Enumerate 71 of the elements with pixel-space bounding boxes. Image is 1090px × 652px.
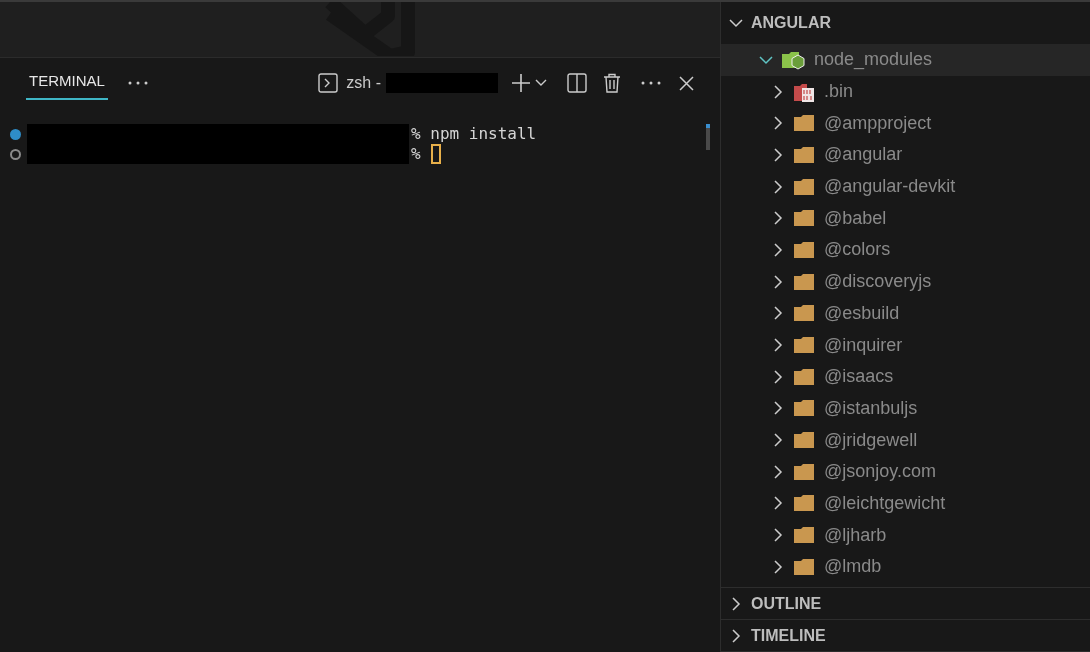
chevron-right-icon[interactable] — [771, 274, 785, 289]
folder-icon — [793, 304, 815, 323]
command-line: % npm install — [411, 123, 537, 145]
node-folder-icon — [781, 49, 805, 70]
folder-icon — [793, 526, 815, 545]
chevron-right-icon[interactable] — [771, 84, 785, 99]
file-name: @ampproject — [824, 111, 932, 135]
folder-icon — [793, 177, 815, 196]
file-name: @angular-devkit — [824, 175, 956, 199]
file-name: @esbuild — [824, 301, 900, 325]
folder-icon — [793, 114, 815, 133]
folder-icon — [793, 399, 815, 418]
chevron-right-icon[interactable] — [771, 559, 785, 574]
file-name: .bin — [824, 80, 854, 104]
file-name: @babel — [824, 206, 887, 230]
close-icon[interactable] — [679, 75, 694, 91]
terminal-name[interactable]: zsh - — [346, 71, 381, 95]
more-icon[interactable] — [127, 81, 148, 85]
folder-icon — [793, 240, 815, 259]
section-header[interactable]: ANGULAR — [721, 2, 1090, 44]
command-line: % — [411, 143, 422, 165]
folder-icon — [793, 557, 815, 576]
file-name: @inquirer — [824, 333, 903, 357]
file-name: @jsonjoy.com — [824, 460, 936, 484]
file-name: @jridgewell — [824, 428, 918, 452]
folder-icon — [793, 494, 815, 513]
chevron-right-icon[interactable] — [771, 369, 785, 384]
folder-icon — [793, 462, 815, 481]
chevron-right-icon[interactable] — [771, 306, 785, 321]
binary-file-icon — [793, 81, 815, 102]
file-name: @isaacs — [824, 365, 894, 389]
chevron-right-icon[interactable] — [771, 528, 785, 543]
section-header[interactable]: TIMELINE — [721, 620, 1090, 651]
trash-icon[interactable] — [603, 73, 621, 93]
section-header[interactable]: OUTLINE — [721, 588, 1090, 619]
file-name: @angular — [824, 143, 903, 167]
file-name: @discoveryjs — [824, 270, 932, 294]
chevron-down-icon[interactable] — [535, 79, 547, 87]
folder-icon — [793, 367, 815, 386]
chevron-right-icon[interactable] — [771, 179, 785, 194]
more-icon[interactable] — [641, 81, 661, 85]
chevron-right-icon[interactable] — [771, 116, 785, 131]
split-icon[interactable] — [567, 73, 587, 93]
chevron-down-icon[interactable] — [729, 16, 743, 30]
scrollbar[interactable] — [706, 124, 710, 150]
file-name: @istanbuljs — [824, 396, 918, 420]
chevron-right-icon[interactable] — [729, 628, 743, 643]
folder-icon — [793, 145, 815, 164]
file-name: @colors — [824, 238, 891, 262]
file-name: @leichtgewicht — [824, 491, 946, 515]
file-name: node_modules — [814, 48, 933, 72]
chevron-right-icon[interactable] — [771, 496, 785, 511]
terminal-tab[interactable]: TERMINAL — [26, 65, 108, 101]
chevron-right-icon[interactable] — [771, 211, 785, 226]
folder-icon — [793, 272, 815, 291]
add-icon[interactable] — [511, 73, 531, 93]
folder-icon — [793, 431, 815, 450]
folder-icon — [793, 209, 815, 228]
tree-item[interactable]: node_modules — [721, 44, 1090, 76]
file-name: @lmdb — [824, 555, 882, 579]
chevron-right-icon[interactable] — [771, 242, 785, 257]
file-name: @ljharb — [824, 523, 887, 547]
chevron-right-icon[interactable] — [771, 147, 785, 162]
terminal-icon — [318, 73, 339, 93]
chevron-right-icon[interactable] — [729, 596, 743, 611]
chevron-right-icon[interactable] — [771, 464, 785, 479]
cursor — [431, 144, 442, 164]
folder-icon — [793, 336, 815, 355]
chevron-right-icon[interactable] — [771, 401, 785, 416]
chevron-right-icon[interactable] — [771, 433, 785, 448]
chevron-right-icon[interactable] — [771, 338, 785, 353]
